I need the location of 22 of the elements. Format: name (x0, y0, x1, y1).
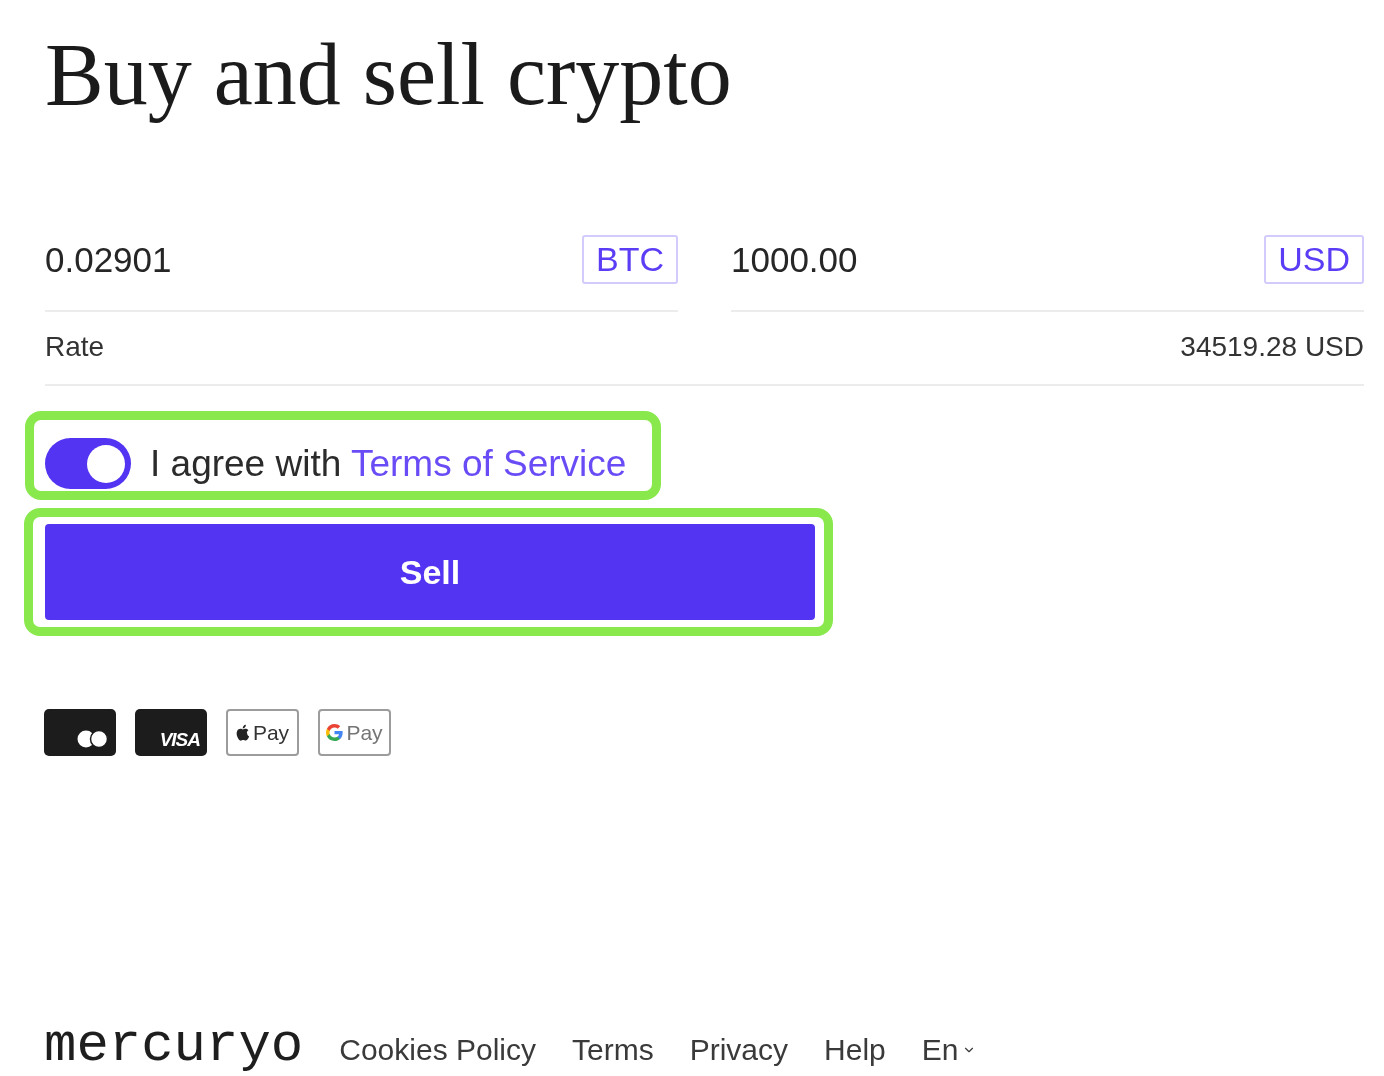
apple-icon (235, 724, 250, 741)
circles-logo-icon (44, 709, 116, 756)
amount-field[interactable]: 1000.00 (731, 235, 1265, 284)
brand-logo: mercuryo (44, 1016, 304, 1076)
terms-link[interactable]: Terms of Service (350, 442, 627, 484)
footer-link[interactable]: Help (824, 1035, 886, 1065)
visa-logo: VISA (135, 709, 207, 756)
currency-selector[interactable]: BTC (582, 235, 678, 284)
g-logo-icon (326, 724, 344, 741)
toggle-switch[interactable] (45, 438, 131, 489)
pay-label: Pay (252, 720, 290, 745)
sell-button[interactable]: Sell (45, 524, 815, 620)
pay-label: Pay (346, 720, 383, 745)
currency-selector[interactable]: USD (1264, 235, 1364, 284)
rate-value: 34519.28 USD (1180, 330, 1364, 364)
agreement-text: I agree with Terms of Service (150, 441, 627, 486)
language-selector[interactable]: En (921, 1035, 977, 1065)
rate-label: Rate (45, 330, 105, 364)
footer-link[interactable]: Cookies Policy (339, 1035, 536, 1065)
footer-link[interactable]: Privacy (689, 1035, 789, 1065)
amount-field[interactable]: 0.02901 (45, 235, 582, 284)
footer-link[interactable]: Terms (572, 1035, 654, 1065)
